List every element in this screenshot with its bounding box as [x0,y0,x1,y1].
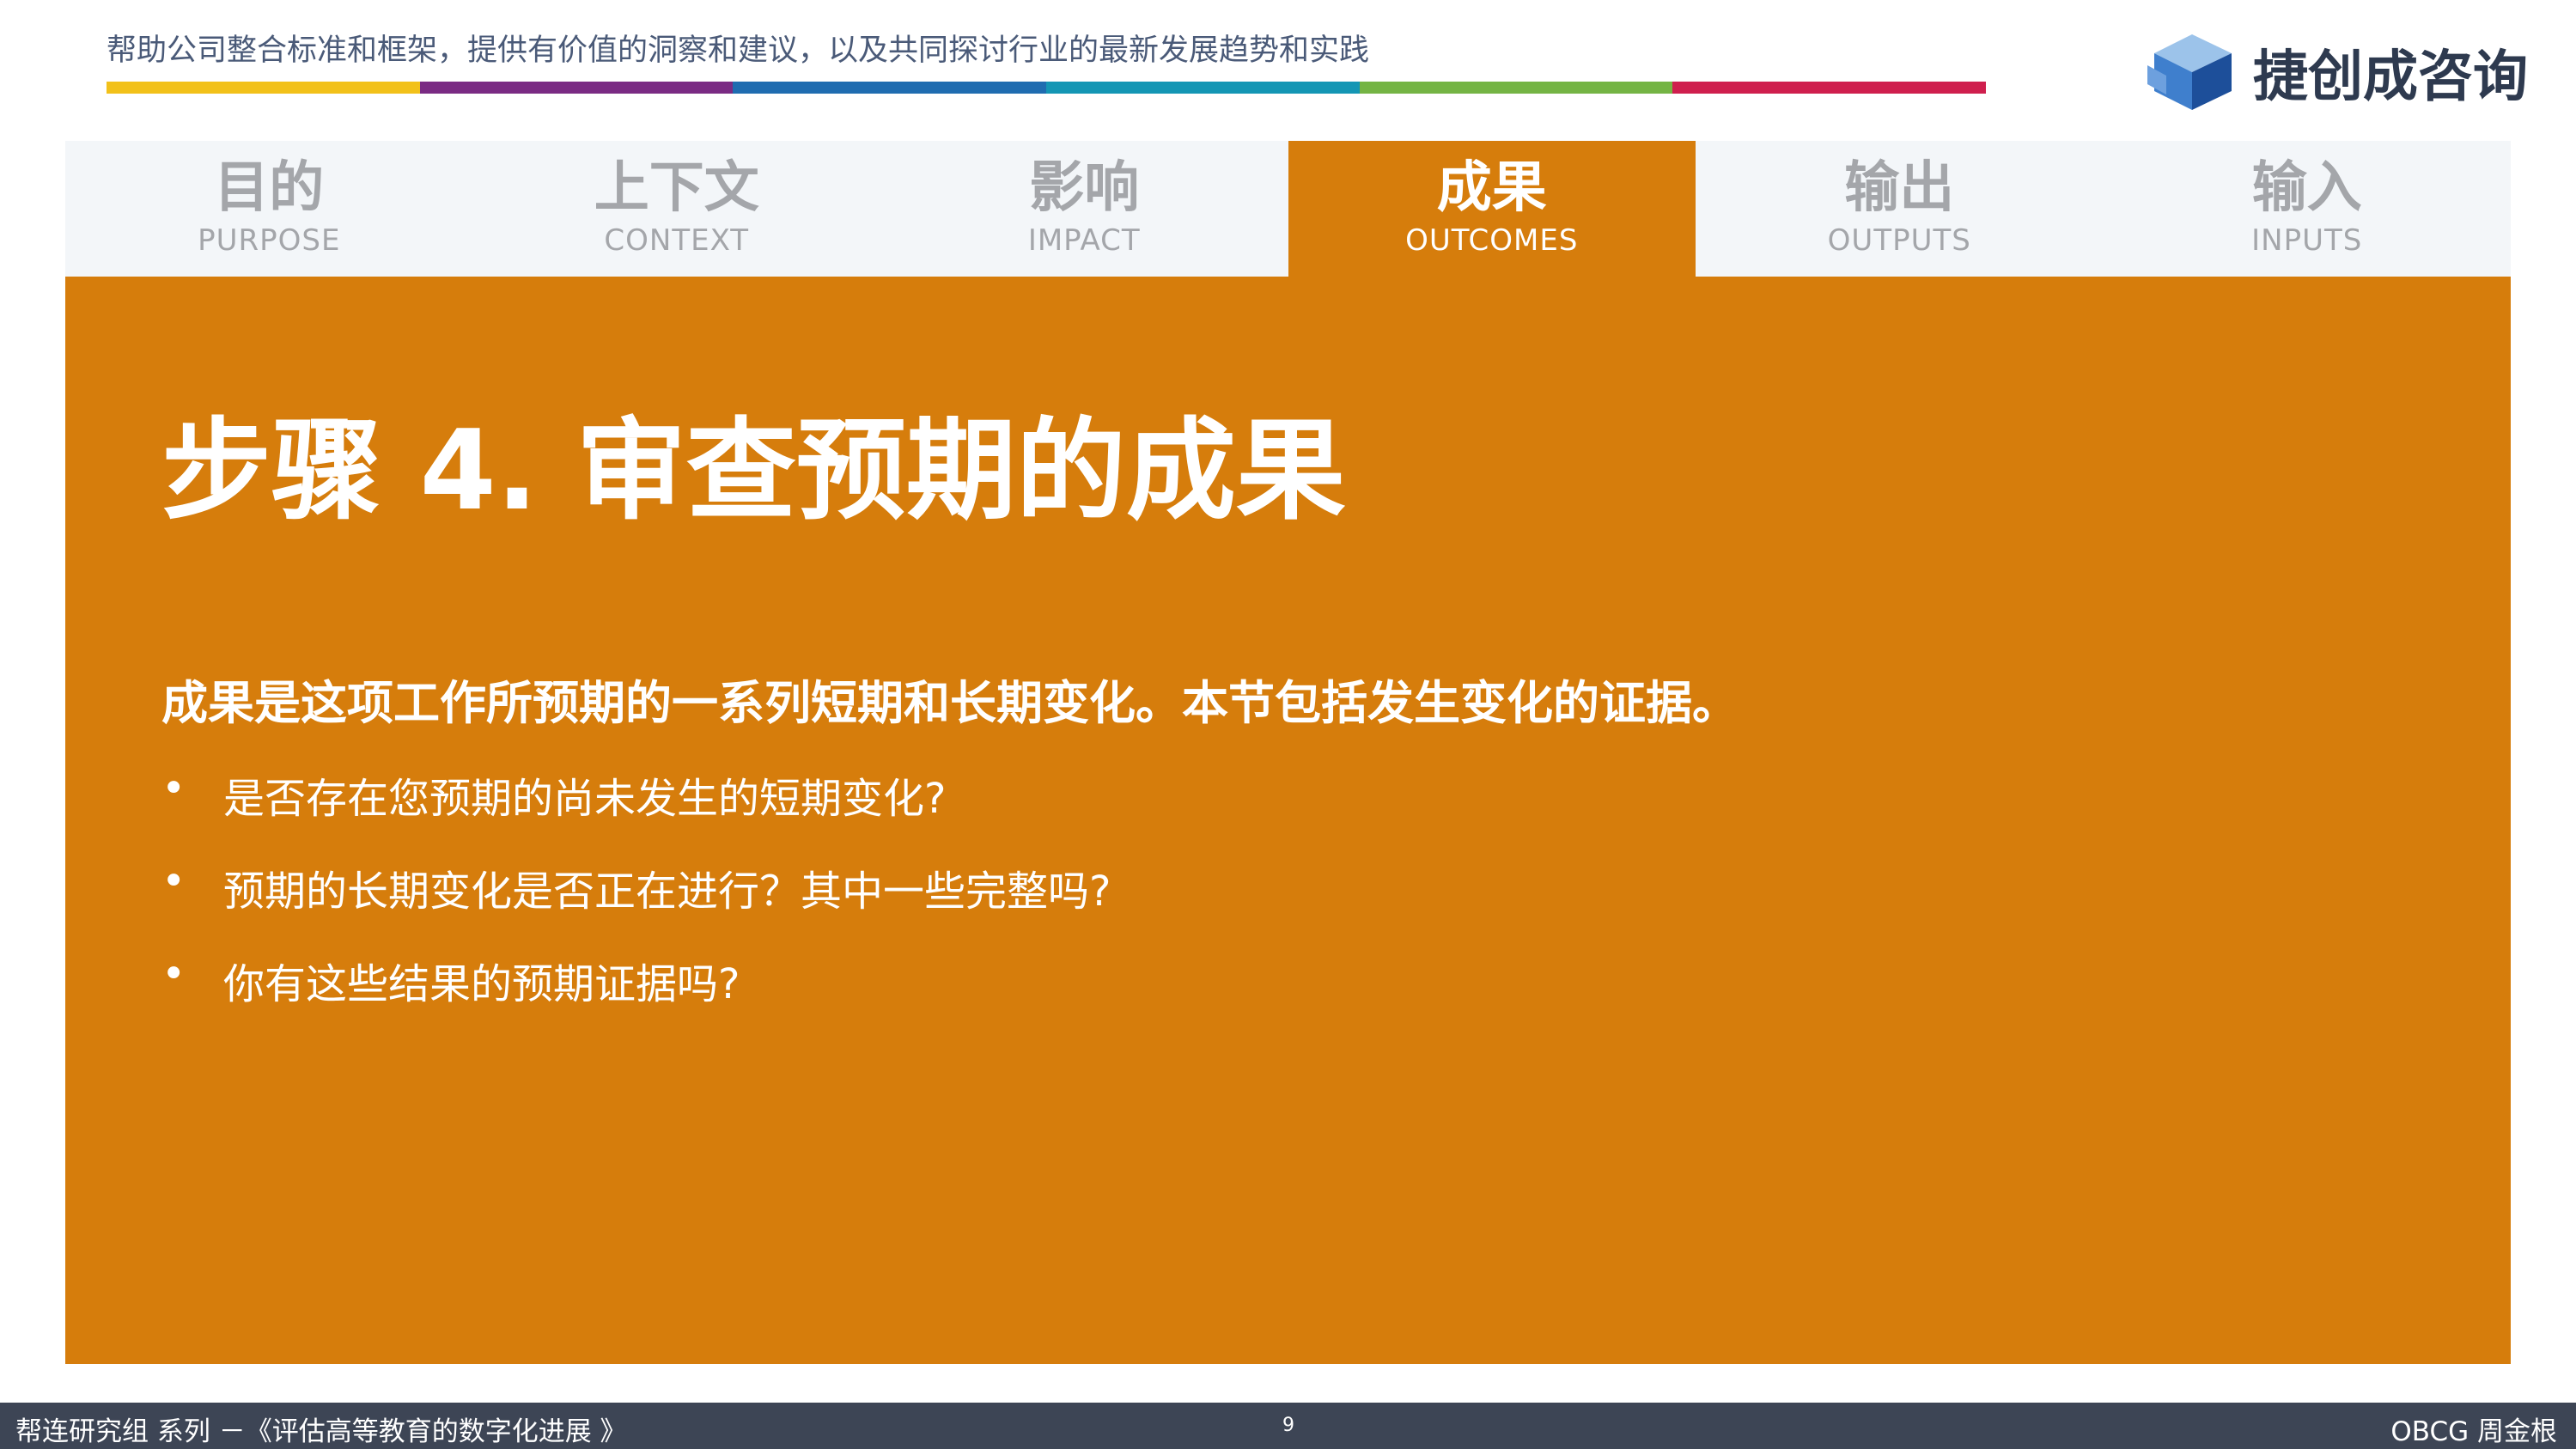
tab-label-en: OUTPUTS [1827,222,1971,258]
footer-series-title: 帮连研究组 系列 －《评估高等教育的数字化进展 》 [15,1416,627,1447]
tab-label-cn: 上下文 [594,156,759,221]
tab-inputs[interactable]: 输入 INPUTS [2104,141,2512,277]
color-segment [733,82,1047,94]
footer-author: OBCG 周金根 [2390,1416,2557,1447]
logo-text: 捷创成咨询 [2253,46,2528,109]
tab-label-en: IMPACT [1027,222,1141,258]
color-segment [1046,82,1360,94]
question-list: 是否存在您预期的尚未发生的短期变化? 预期的长期变化是否正在进行？其中一些完整吗… [161,764,1111,1043]
header-tagline: 帮助公司整合标准和框架，提供有价值的洞察和建议，以及共同探讨行业的最新发展趋势和… [107,33,1370,68]
tab-context[interactable]: 上下文 CONTEXT [473,141,881,277]
color-divider-bar [107,82,1987,94]
color-segment [419,82,734,94]
tab-label-cn: 目的 [214,156,325,221]
tab-label-en: OUTCOMES [1405,222,1579,258]
tab-label-en: CONTEXT [604,222,750,258]
page-number: 9 [1282,1415,1294,1436]
question-item: 你有这些结果的预期证据吗? [161,950,1111,1043]
question-item: 预期的长期变化是否正在进行？其中一些完整吗? [161,857,1111,950]
question-item: 是否存在您预期的尚未发生的短期变化? [161,764,1111,857]
step-tabs: 目的 PURPOSE 上下文 CONTEXT 影响 IMPACT 成果 OUTC… [65,141,2511,277]
section-heading: 步骤 4. 审查预期的成果 [161,407,1346,535]
tab-purpose[interactable]: 目的 PURPOSE [65,141,473,277]
tab-label-cn: 成果 [1436,156,1547,221]
tab-outputs[interactable]: 输出 OUTPUTS [1696,141,2104,277]
color-segment [1672,82,1987,94]
tab-label-en: PURPOSE [198,222,341,258]
intro-text: 成果是这项工作所预期的一系列短期和长期变化。本节包括发生变化的证据。 [161,676,1739,730]
footer-bar: 帮连研究组 系列 －《评估高等教育的数字化进展 》 9 OBCG 周金根 [0,1403,2576,1449]
tab-impact[interactable]: 影响 IMPACT [880,141,1288,277]
color-segment [1359,82,1673,94]
tab-label-cn: 输入 [2251,156,2362,221]
tab-label-cn: 输出 [1844,156,1955,221]
tab-outcomes[interactable]: 成果 OUTCOMES [1288,141,1696,277]
blue-cube-icon [2147,34,2232,110]
color-segment [107,82,420,94]
content-panel: 步骤 4. 审查预期的成果 成果是这项工作所预期的一系列短期和长期变化。本节包括… [65,277,2511,1364]
tab-label-en: INPUTS [2251,222,2363,258]
company-logo: 捷创成咨询 [2147,31,2528,113]
tab-label-cn: 影响 [1029,156,1140,221]
